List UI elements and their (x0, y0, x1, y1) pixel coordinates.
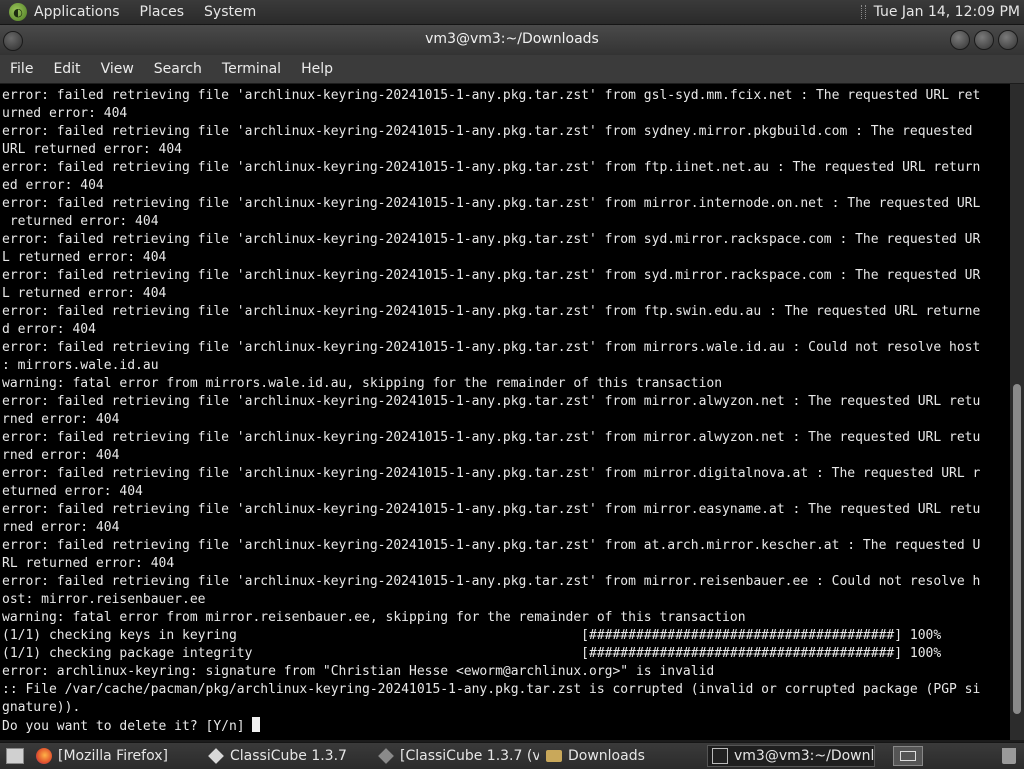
terminal-line: error: failed retrieving file 'archlinux… (2, 304, 981, 319)
terminal-line: error: failed retrieving file 'archlinux… (2, 268, 981, 283)
terminal-line: : mirrors.wale.id.au (2, 358, 159, 373)
terminal-line: error: failed retrieving file 'archlinux… (2, 88, 981, 103)
terminal-line: error: failed retrieving file 'archlinux… (2, 430, 981, 445)
top-panel-right: Tue Jan 14, 12:09 PM (860, 0, 1024, 24)
terminal-scrollbar[interactable] (1010, 84, 1024, 740)
terminal-line: ed error: 404 (2, 178, 104, 193)
task-label: vm3@vm3:~/Downl... (734, 748, 875, 764)
terminal-line: error: failed retrieving file 'archlinux… (2, 538, 981, 553)
terminal-line: eturned error: 404 (2, 484, 143, 499)
terminal-line: error: failed retrieving file 'archlinux… (2, 196, 981, 211)
terminal-line: URL returned error: 404 (2, 142, 183, 157)
terminal-line: error: failed retrieving file 'archlinux… (2, 232, 981, 247)
menu-edit[interactable]: Edit (43, 61, 90, 77)
menu-file[interactable]: File (0, 61, 43, 77)
task-classicube[interactable]: ClassiCube 1.3.7 (204, 745, 369, 767)
menu-view[interactable]: View (91, 61, 144, 77)
task-label: [ClassiCube 1.3.7 (v... (400, 748, 539, 764)
trash-icon[interactable] (1002, 748, 1016, 764)
terminal-line: rned error: 404 (2, 448, 120, 463)
menu-search[interactable]: Search (144, 61, 212, 77)
terminal-line: error: failed retrieving file 'archlinux… (2, 124, 973, 139)
terminal-line: warning: fatal error from mirrors.wale.i… (2, 376, 723, 391)
menu-help[interactable]: Help (291, 61, 343, 77)
clock[interactable]: Tue Jan 14, 12:09 PM (874, 4, 1024, 20)
classicube-icon (378, 748, 394, 764)
terminal-line: Do you want to delete it? [Y/n] (2, 717, 1010, 735)
terminal-line: L returned error: 404 (2, 250, 167, 265)
terminal-line: error: failed retrieving file 'archlinux… (2, 340, 981, 355)
terminal-line: rned error: 404 (2, 412, 120, 427)
terminal-icon (712, 748, 728, 764)
text-cursor (252, 717, 261, 732)
panel-handle-icon[interactable] (860, 5, 866, 19)
workspace-1[interactable] (900, 751, 916, 761)
task-label: Downloads (568, 748, 645, 764)
bottom-panel: [Mozilla Firefox] ClassiCube 1.3.7 [Clas… (0, 742, 1024, 769)
applications-menu[interactable]: Applications (33, 4, 130, 20)
terminal-line: RL returned error: 404 (2, 556, 175, 571)
terminal-line: :: File /var/cache/pacman/pkg/archlinux-… (2, 682, 981, 697)
menu-terminal[interactable]: Terminal (212, 61, 291, 77)
folder-icon (546, 750, 562, 762)
task-firefox[interactable]: [Mozilla Firefox] (32, 745, 202, 767)
terminal-line: error: failed retrieving file 'archlinux… (2, 160, 981, 175)
system-menu[interactable]: System (194, 4, 266, 20)
window-titlebar[interactable]: vm3@vm3:~/Downloads (0, 25, 1024, 55)
terminal-menubar: File Edit View Search Terminal Help (0, 55, 1024, 83)
task-downloads[interactable]: Downloads (542, 745, 702, 767)
scrollbar-thumb[interactable] (1013, 384, 1021, 714)
terminal-line: error: failed retrieving file 'archlinux… (2, 394, 981, 409)
places-menu[interactable]: Places (130, 4, 195, 20)
terminal-line: error: failed retrieving file 'archlinux… (2, 574, 981, 589)
task-label: [Mozilla Firefox] (58, 748, 168, 764)
classicube-icon (208, 748, 224, 764)
minimize-icon[interactable] (950, 30, 970, 50)
task-terminal[interactable]: vm3@vm3:~/Downl... (707, 745, 875, 767)
task-label: ClassiCube 1.3.7 (230, 748, 347, 764)
terminal-line: (1/1) checking keys in keyring [########… (2, 628, 942, 643)
terminal-line: error: archlinux-keyring: signature from… (2, 664, 715, 679)
top-panel: ◐ Applications Places System Tue Jan 14,… (0, 0, 1024, 25)
terminal-line: rned error: 404 (2, 520, 120, 535)
close-icon[interactable] (998, 30, 1018, 50)
window-title: vm3@vm3:~/Downloads (425, 31, 599, 47)
distro-logo-icon[interactable]: ◐ (9, 3, 27, 21)
terminal-line: warning: fatal error from mirror.reisenb… (2, 610, 746, 625)
terminal-line: d error: 404 (2, 322, 96, 337)
terminal-output[interactable]: error: failed retrieving file 'archlinux… (0, 84, 1010, 740)
show-desktop-icon[interactable] (6, 748, 24, 764)
terminal-line: error: failed retrieving file 'archlinux… (2, 466, 981, 481)
firefox-icon (36, 748, 52, 764)
workspace-switcher[interactable] (893, 746, 923, 766)
terminal-line: gnature)). (2, 700, 81, 715)
maximize-icon[interactable] (974, 30, 994, 50)
terminal-line: urned error: 404 (2, 106, 128, 121)
terminal-line: ost: mirror.reisenbauer.ee (2, 592, 206, 607)
terminal-line: (1/1) checking package integrity [######… (2, 646, 942, 661)
task-classicube-2[interactable]: [ClassiCube 1.3.7 (v... (374, 745, 539, 767)
terminal-line: L returned error: 404 (2, 286, 167, 301)
terminal-line: returned error: 404 (2, 214, 159, 229)
terminal-line: error: failed retrieving file 'archlinux… (2, 502, 981, 517)
